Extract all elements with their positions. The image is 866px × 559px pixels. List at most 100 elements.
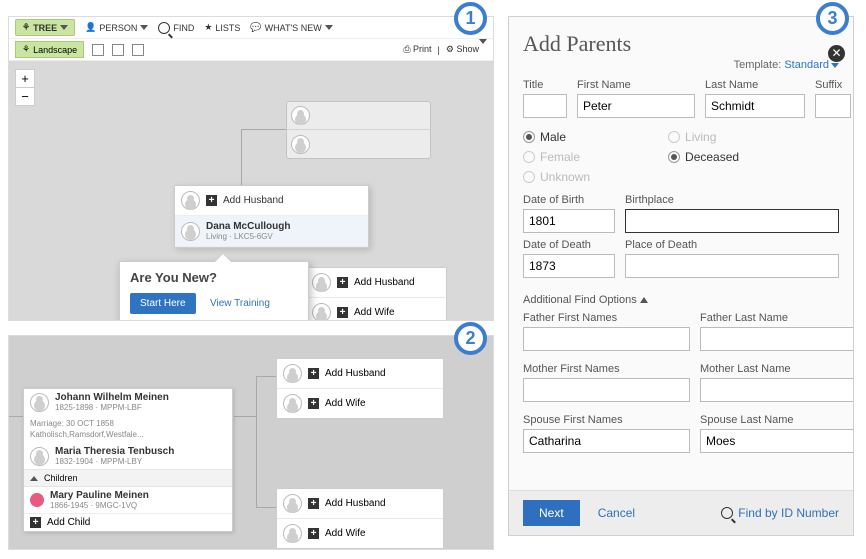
mother-last-label: Mother Last Name <box>700 363 853 375</box>
gear-icon: ⚙ <box>446 44 454 55</box>
step-badge-2: 2 <box>454 322 487 355</box>
child-meta: 1866-1945 · 9MGC-1VQ <box>50 501 149 510</box>
add-husband-slot[interactable]: + Add Husband <box>306 268 446 298</box>
plus-icon: + <box>308 528 319 539</box>
panel-1: ⚘ TREE 👤 PERSON FIND ★ LISTS 💬 WHAT'S NE… <box>8 16 494 321</box>
print-icon: ⎙ <box>403 44 410 55</box>
mother-first-input[interactable] <box>523 378 690 402</box>
deathplace-input[interactable] <box>625 254 839 278</box>
dod-label: Date of Death <box>523 239 615 251</box>
ancestor-couple-box[interactable] <box>286 101 431 159</box>
female-icon <box>30 493 44 507</box>
find-by-id-link[interactable]: Find by ID Number <box>721 506 839 520</box>
status-radio-group: Living Deceased <box>668 130 739 184</box>
print-label: Print <box>413 44 432 54</box>
view-option-3[interactable] <box>132 44 144 56</box>
sex-radio-group: Male Female Unknown <box>523 130 590 184</box>
sub-toolbar: ⚘ Landscape ⎙ Print | ⚙ Show <box>9 39 493 61</box>
ancestor-slot-top: + Add Husband + Add Wife <box>276 358 444 419</box>
suffix-input[interactable] <box>815 94 851 118</box>
child-name[interactable]: Mary Pauline Meinen <box>50 490 149 501</box>
whatsnew-menu[interactable]: 💬 WHAT'S NEW <box>250 22 332 33</box>
children-label: Children <box>44 473 78 483</box>
plus-icon: + <box>206 195 217 206</box>
avatar-icon <box>30 447 49 466</box>
lists-label: LISTS <box>215 23 240 33</box>
sex-male-option[interactable]: Male <box>523 130 590 144</box>
start-here-button[interactable]: Start Here <box>130 293 196 314</box>
add-wife-slot[interactable]: + Add Wife <box>277 389 443 418</box>
template-select[interactable]: Standard <box>784 59 839 71</box>
dialog-title: Add Parents <box>523 31 839 57</box>
template-label: Template: <box>734 59 782 71</box>
spouse-first-label: Spouse First Names <box>523 414 690 426</box>
find-menu[interactable]: FIND <box>158 22 194 34</box>
show-menu[interactable]: ⚙ Show <box>446 44 487 55</box>
cancel-button[interactable]: Cancel <box>598 506 635 520</box>
tree-canvas[interactable]: + Add Husband Dana McCullough Living · L… <box>9 61 493 320</box>
spouse-last-input[interactable] <box>700 429 853 453</box>
father-meta: 1825-1898 · MPPM-LBF <box>55 403 169 412</box>
focus-name: Dana McCullough <box>206 221 290 232</box>
print-button[interactable]: ⎙ Print <box>403 44 431 55</box>
add-husband-row[interactable]: + Add Husband <box>175 186 368 216</box>
dob-input[interactable] <box>523 209 615 233</box>
lists-menu[interactable]: ★ LISTS <box>204 22 240 33</box>
father-first-input[interactable] <box>523 327 690 351</box>
new-user-popover: Are You New? Start Here View Training <box>119 261 309 321</box>
last-name-input[interactable] <box>705 94 805 118</box>
add-husband-label: Add Husband <box>223 195 284 206</box>
tree-menu[interactable]: ⚘ TREE <box>15 19 75 36</box>
next-button[interactable]: Next <box>523 500 580 526</box>
marriage-place: Katholisch,Ramsdorf,Westfale... <box>30 430 144 439</box>
marriage-date: 30 OCT 1858 <box>66 419 114 428</box>
family-card: Johann Wilhelm Meinen 1825-1898 · MPPM-L… <box>23 388 233 532</box>
plus-icon: + <box>337 307 348 318</box>
additional-options-toggle[interactable]: Additional Find Options <box>523 284 839 312</box>
father-name[interactable]: Johann Wilhelm Meinen <box>55 392 169 403</box>
tree-label: TREE <box>33 23 57 33</box>
deathplace-label: Place of Death <box>625 239 839 251</box>
birthplace-input[interactable] <box>625 209 839 233</box>
person-menu[interactable]: 👤 PERSON <box>85 22 148 33</box>
mother-name[interactable]: Maria Theresia Tenbusch <box>55 446 174 457</box>
landscape-view-button[interactable]: ⚘ Landscape <box>15 41 84 58</box>
add-child-row[interactable]: + Add Child <box>24 513 232 531</box>
add-wife-slot[interactable]: + Add Wife <box>277 519 443 548</box>
spouse-first-input[interactable] <box>523 429 690 453</box>
chevron-down-icon <box>325 25 333 30</box>
status-deceased-option[interactable]: Deceased <box>668 150 739 164</box>
father-last-input[interactable] <box>700 327 853 351</box>
title-input[interactable] <box>523 94 567 118</box>
mother-last-input[interactable] <box>700 378 853 402</box>
view-option-2[interactable] <box>112 44 124 56</box>
focus-person-row[interactable]: Dana McCullough Living · LKC5-6GV <box>175 216 368 247</box>
avatar-icon <box>283 494 302 513</box>
tree-line <box>256 507 276 508</box>
spouse-last-label: Spouse Last Name <box>700 414 853 426</box>
children-toggle[interactable]: Children <box>24 469 232 487</box>
first-name-input[interactable] <box>577 94 695 118</box>
tree-icon: ⚘ <box>22 22 30 33</box>
suffix-label: Suffix <box>815 79 851 91</box>
panel-3-add-parents: Add Parents ✕ Template: Standard Title F… <box>508 16 854 536</box>
dod-input[interactable] <box>523 254 615 278</box>
tree-icon: ⚘ <box>22 44 30 55</box>
search-icon <box>158 22 170 34</box>
chevron-down-icon <box>140 25 148 30</box>
landscape-label: Landscape <box>33 45 77 55</box>
chevron-down-icon <box>831 63 839 68</box>
view-option-1[interactable] <box>92 44 104 56</box>
step-badge-1: 1 <box>454 2 487 35</box>
person-icon: 👤 <box>85 22 96 33</box>
close-button[interactable]: ✕ <box>828 45 845 62</box>
add-husband-slot[interactable]: + Add Husband <box>277 489 443 519</box>
add-wife-slot[interactable]: + Add Wife <box>306 298 446 321</box>
whatsnew-label: WHAT'S NEW <box>265 23 322 33</box>
add-husband-slot[interactable]: + Add Husband <box>277 359 443 389</box>
panel-2: Johann Wilhelm Meinen 1825-1898 · MPPM-L… <box>8 335 494 550</box>
avatar-icon <box>291 135 310 154</box>
first-name-label: First Name <box>577 79 695 91</box>
view-training-link[interactable]: View Training <box>200 293 280 314</box>
ancestor-slot-bottom: + Add Husband + Add Wife <box>276 488 444 549</box>
